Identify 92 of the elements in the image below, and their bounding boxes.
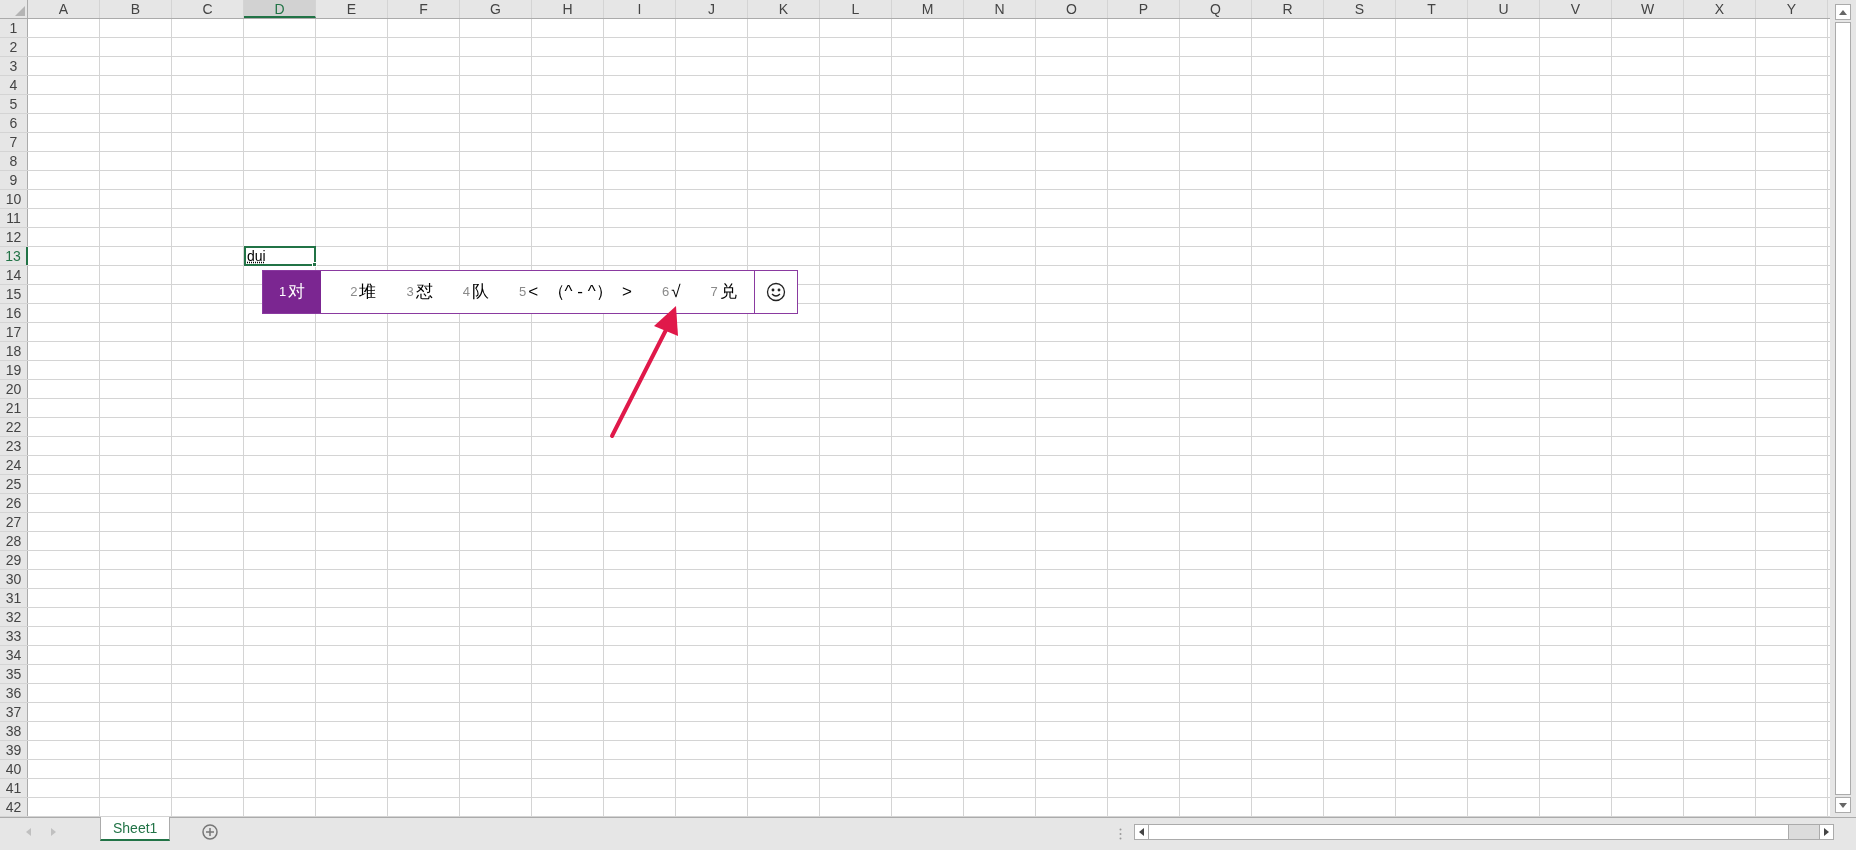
row-header[interactable]: 8 — [0, 152, 28, 170]
row-header[interactable]: 13 — [0, 247, 28, 265]
scroll-up-button[interactable] — [1835, 4, 1851, 20]
column-header[interactable]: K — [748, 0, 820, 18]
column-header[interactable]: N — [964, 0, 1036, 18]
previous-sheet-icon[interactable] — [26, 828, 31, 836]
scroll-right-button[interactable] — [1819, 825, 1833, 839]
row-header[interactable]: 4 — [0, 76, 28, 94]
row-header[interactable]: 22 — [0, 418, 28, 436]
add-sheet-icon[interactable] — [202, 824, 219, 840]
column-header[interactable]: Y — [1756, 0, 1828, 18]
column-header[interactable]: M — [892, 0, 964, 18]
ime-candidate[interactable]: 2堆 — [335, 271, 392, 313]
row-header[interactable]: 35 — [0, 665, 28, 683]
up-arrow-icon — [1839, 9, 1847, 15]
column-header[interactable]: D — [244, 0, 316, 18]
row-header[interactable]: 36 — [0, 684, 28, 702]
scroll-left-button[interactable] — [1135, 825, 1149, 839]
column-header[interactable]: T — [1396, 0, 1468, 18]
row-header[interactable]: 33 — [0, 627, 28, 645]
row-header[interactable]: 7 — [0, 133, 28, 151]
row-header[interactable]: 6 — [0, 114, 28, 132]
row-header[interactable]: 34 — [0, 646, 28, 664]
row-header[interactable]: 3 — [0, 57, 28, 75]
column-header[interactable]: V — [1540, 0, 1612, 18]
sheet-tab[interactable]: Sheet1 — [100, 817, 171, 841]
row-header[interactable]: 42 — [0, 798, 28, 816]
row-header[interactable]: 32 — [0, 608, 28, 626]
row-header[interactable]: 25 — [0, 475, 28, 493]
column-header[interactable]: I — [604, 0, 676, 18]
column-header[interactable]: Q — [1180, 0, 1252, 18]
column-header[interactable]: J — [676, 0, 748, 18]
corner-triangle-icon — [15, 6, 25, 16]
ime-candidate[interactable]: 1对 — [263, 271, 322, 313]
column-header[interactable]: E — [316, 0, 388, 18]
row-header[interactable]: 17 — [0, 323, 28, 341]
horizontal-scrollbar[interactable] — [1134, 824, 1834, 840]
right-arrow-icon — [1824, 828, 1829, 836]
row-header[interactable]: 19 — [0, 361, 28, 379]
row-header[interactable]: 10 — [0, 190, 28, 208]
next-sheet-icon[interactable] — [51, 828, 56, 836]
row-header[interactable]: 18 — [0, 342, 28, 360]
column-header[interactable]: H — [532, 0, 604, 18]
column-header[interactable]: B — [100, 0, 172, 18]
ime-candidate[interactable]: 3 怼 — [391, 271, 448, 313]
row-header[interactable]: 39 — [0, 741, 28, 759]
row-header[interactable]: 30 — [0, 570, 28, 588]
column-header[interactable]: L — [820, 0, 892, 18]
scroll-thumb[interactable] — [1835, 22, 1851, 795]
row-header[interactable]: 20 — [0, 380, 28, 398]
down-arrow-icon — [1839, 802, 1847, 808]
row-header[interactable]: 21 — [0, 399, 28, 417]
column-header[interactable]: A — [28, 0, 100, 18]
row-header[interactable]: 26 — [0, 494, 28, 512]
column-header[interactable]: R — [1252, 0, 1324, 18]
column-header[interactable]: S — [1324, 0, 1396, 18]
column-header[interactable]: P — [1108, 0, 1180, 18]
row-header[interactable]: 31 — [0, 589, 28, 607]
row-header[interactable]: 37 — [0, 703, 28, 721]
column-header[interactable]: U — [1468, 0, 1540, 18]
scroll-down-button[interactable] — [1835, 797, 1851, 813]
column-header[interactable]: X — [1684, 0, 1756, 18]
row-header[interactable]: 14 — [0, 266, 28, 284]
scroll-thumb[interactable] — [1149, 825, 1789, 839]
smiley-icon — [765, 282, 786, 302]
row-header[interactable]: 28 — [0, 532, 28, 550]
row-header[interactable]: 15 — [0, 285, 28, 303]
row-header[interactable]: 27 — [0, 513, 28, 531]
row-header[interactable]: 23 — [0, 437, 28, 455]
ime-candidate[interactable]: 6√ — [647, 271, 696, 313]
ime-candidate[interactable]: 5< （^ - ^） > — [503, 271, 647, 313]
row-header[interactable]: 41 — [0, 779, 28, 797]
row-header[interactable]: 11 — [0, 209, 28, 227]
row-header[interactable]: 2 — [0, 38, 28, 56]
row-header[interactable]: 24 — [0, 456, 28, 474]
row-header[interactable]: 40 — [0, 760, 28, 778]
left-arrow-icon — [1139, 828, 1144, 836]
column-header[interactable]: G — [460, 0, 532, 18]
row-header[interactable]: 16 — [0, 304, 28, 322]
row-header[interactable]: 12 — [0, 228, 28, 246]
active-cell[interactable]: dui — [244, 246, 316, 266]
column-header[interactable]: O — [1036, 0, 1108, 18]
splitter-handle-icon[interactable] — [1119, 828, 1122, 840]
ime-candidate[interactable]: 7 兑 — [695, 271, 752, 313]
row-header[interactable]: 5 — [0, 95, 28, 113]
row-header[interactable]: 29 — [0, 551, 28, 569]
column-header[interactable]: F — [388, 0, 460, 18]
row-header[interactable]: 1 — [0, 19, 28, 37]
ime-candidate[interactable]: 4 队 — [447, 271, 504, 313]
column-header[interactable]: W — [1612, 0, 1684, 18]
row-header[interactable]: 38 — [0, 722, 28, 740]
row-header[interactable]: 9 — [0, 171, 28, 189]
